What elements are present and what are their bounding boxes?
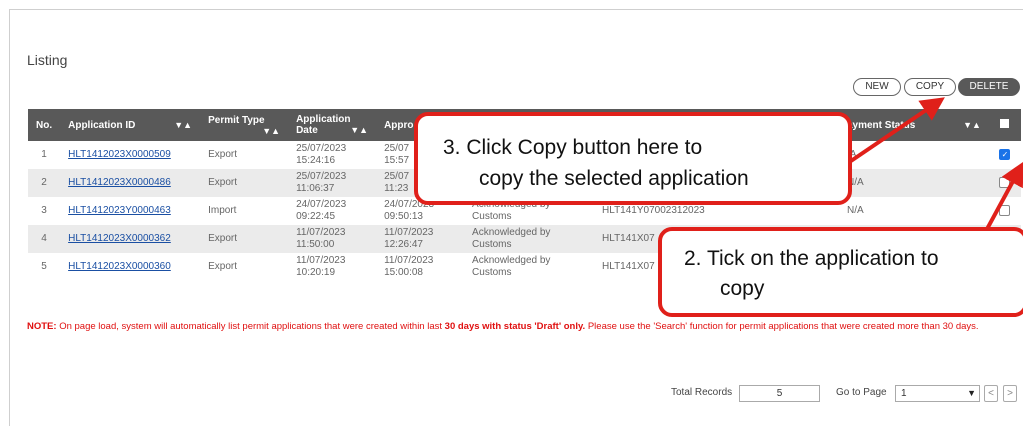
tick-instruction-callout: 2. Tick on the application to copy [658, 227, 1023, 317]
arrow-to-copy [843, 97, 945, 167]
arrows-overlay [843, 97, 1023, 289]
copy-instruction-callout: 3. Click Copy button here to copy the se… [414, 112, 852, 205]
